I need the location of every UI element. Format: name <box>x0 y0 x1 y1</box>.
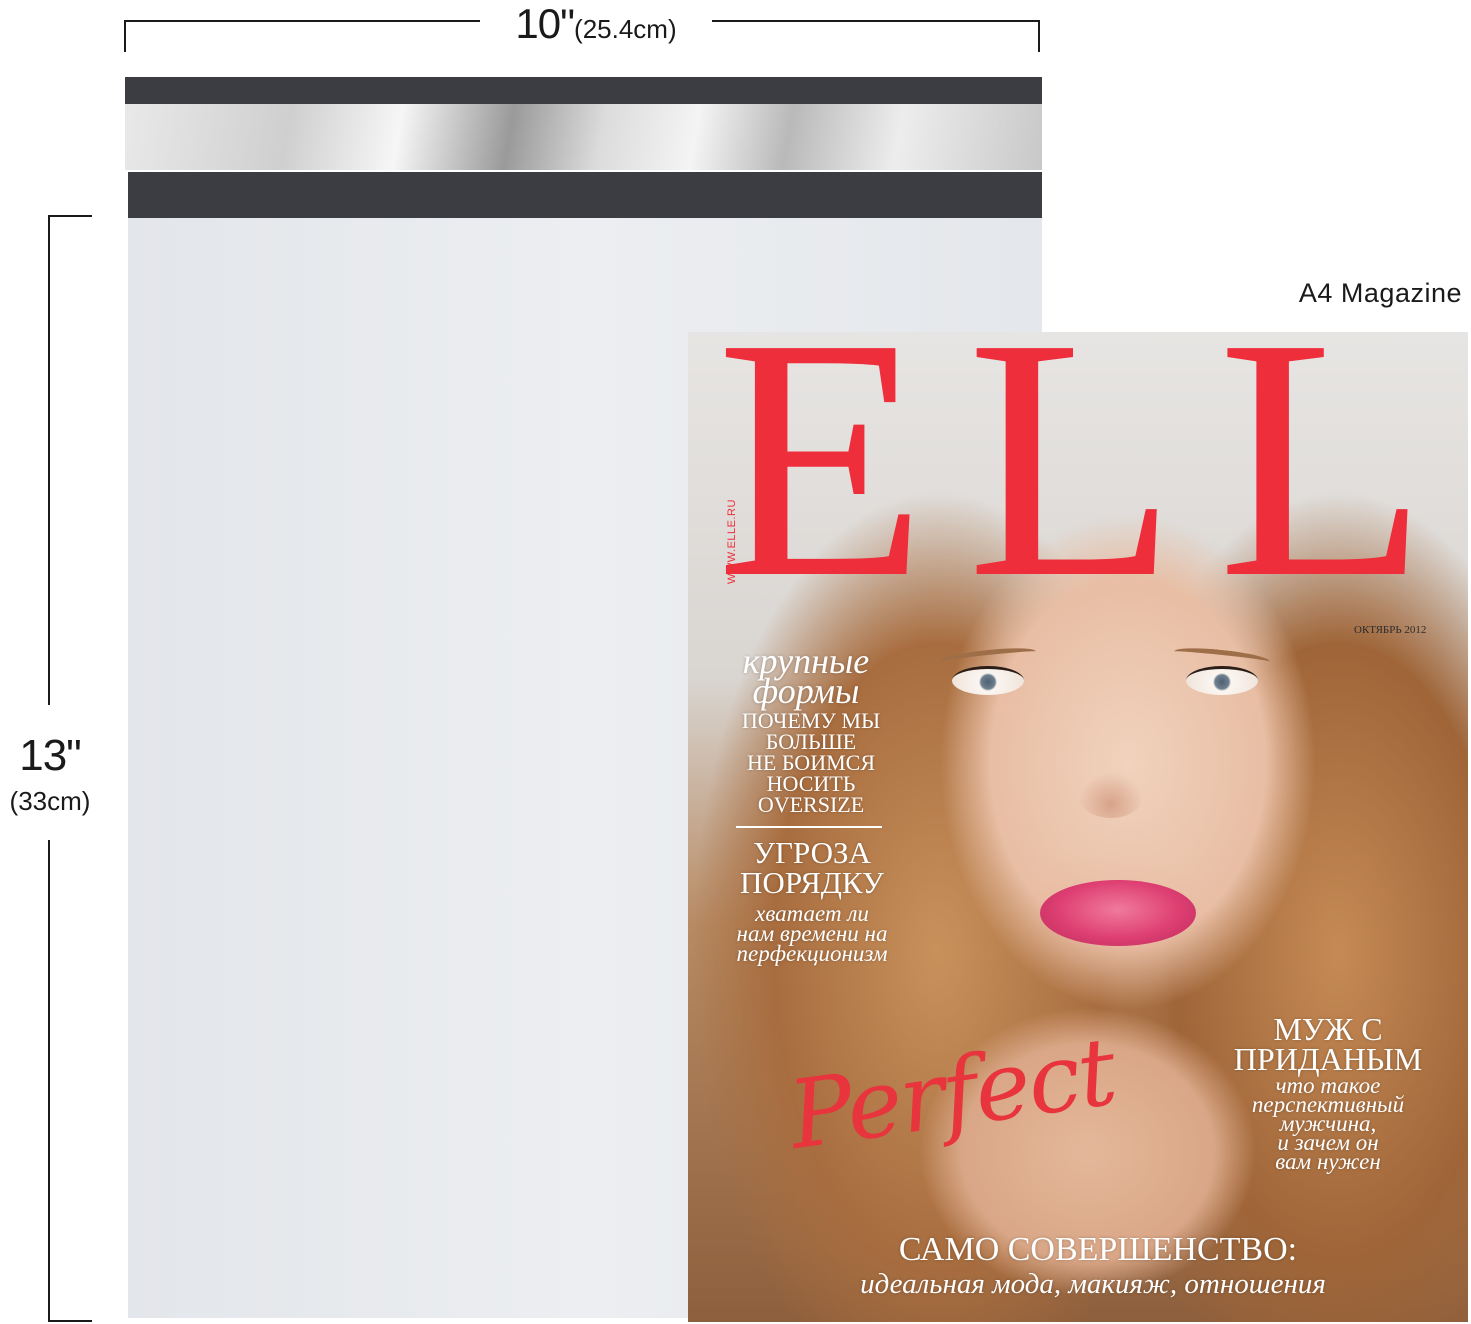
headline-1-body-4: НОСИТЬ <box>766 771 856 796</box>
a4-magazine-label: A4 Magazine <box>1298 278 1462 308</box>
headline-1-body-3: НЕ БОИМСЯ <box>747 750 875 775</box>
script-headline-perfect: Perfect <box>782 1017 1122 1171</box>
height-dimension-label: 13" (33cm) <box>0 728 100 818</box>
height-dimension-line-bottom <box>48 840 50 1322</box>
headline-1-body-1: ПОЧЕМУ МЫ <box>741 708 881 733</box>
main-headline-title: САМО СОВЕРШЕНСТВО: <box>898 1231 1298 1268</box>
left-eye <box>952 666 1024 695</box>
headline-3-title-1: МУЖ С <box>1273 1011 1383 1047</box>
width-dimension-label: 10"(25.4cm) <box>480 0 712 50</box>
headline-3-body-5: вам нужен <box>1275 1149 1381 1174</box>
mailer-adhesive-strip <box>125 104 1042 170</box>
width-dimension-line-left <box>124 20 480 22</box>
website-url: WWW.ELLE.RU <box>726 499 738 584</box>
headline-2-title-1: УГРОЗА <box>753 835 871 870</box>
issue-date: ОКТЯБРЬ 2012 <box>1354 624 1427 636</box>
headline-1-body-5: OVERSIZE <box>757 792 865 817</box>
lips <box>1040 880 1196 946</box>
height-dimension-tick-top <box>48 215 92 217</box>
headline-1-title-line2: формы <box>752 671 860 711</box>
mailer-top-strip <box>125 77 1042 104</box>
headline-divider <box>736 826 882 828</box>
magazine-cover: ELLE WWW.ELLE.RU ОКТЯБРЬ 2012 крупные фо… <box>688 332 1468 1322</box>
nose <box>1078 772 1144 818</box>
width-cm: (25.4cm) <box>574 14 677 44</box>
width-dimension-tick-left <box>124 20 126 52</box>
main-headline-subtitle: идеальная мода, макияж, отношения <box>860 1268 1326 1300</box>
headline-1-body-2: БОЛЬШЕ <box>765 729 857 754</box>
width-inches: 10" <box>515 0 575 47</box>
headline-2-body-3: перфекционизм <box>736 941 888 966</box>
headline-2-title-2: ПОРЯДКУ <box>740 865 884 900</box>
width-dimension-tick-right <box>1038 20 1040 52</box>
height-dimension-tick-bottom <box>48 1320 92 1322</box>
headline-3-title-2: ПРИДАНЫМ <box>1233 1041 1423 1077</box>
mailer-flap-strip <box>128 172 1042 218</box>
masthead-logo: ELLE <box>716 332 1468 649</box>
right-eye <box>1186 666 1258 695</box>
height-inches: 13" <box>19 731 82 780</box>
height-dimension-line-top <box>48 215 50 705</box>
height-cm: (33cm) <box>9 786 91 816</box>
width-dimension-line-right <box>712 20 1040 22</box>
